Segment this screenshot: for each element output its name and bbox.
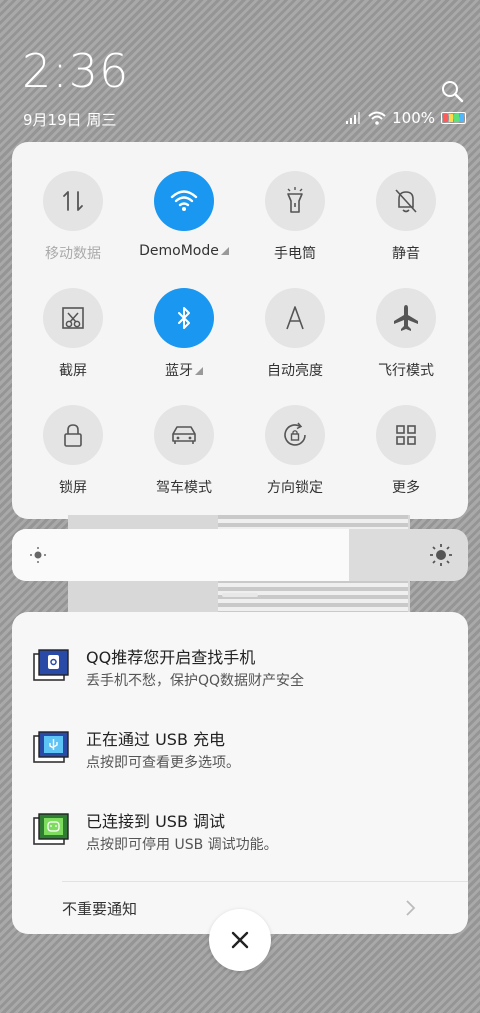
mute-bell-icon (395, 189, 417, 213)
tile-label-text: 自动亮度 (267, 363, 323, 379)
chevron-right-icon[interactable] (405, 899, 417, 917)
brightness-slider[interactable] (12, 529, 468, 581)
battery-percent: 100% (392, 109, 435, 127)
quick-tile-grid[interactable]: 更多 (351, 405, 461, 497)
clock: 2:36 (22, 44, 130, 98)
flashlight-icon (287, 187, 303, 213)
tile-label: DemoMode (129, 243, 239, 259)
battery-icon (441, 112, 466, 124)
tile-toggle[interactable] (265, 171, 325, 231)
quick-tile-flashlight[interactable]: 手电筒 (240, 171, 350, 263)
quick-tile-rotation-lock[interactable]: 方向锁定 (240, 405, 350, 497)
drag-handle[interactable] (222, 593, 258, 597)
notification-panel: QQ推荐您开启查找手机 丢手机不愁，保护QQ数据财产安全 正在通过 USB 充电… (12, 612, 468, 934)
close-icon (231, 931, 249, 949)
tile-label-text: 截屏 (59, 363, 87, 379)
search-icon[interactable] (440, 79, 464, 103)
grid-icon (396, 425, 416, 445)
bluetooth-icon (178, 307, 190, 329)
notification-title: 正在通过 USB 充电 (86, 730, 226, 749)
wifi-status-icon (368, 111, 386, 125)
divider (62, 881, 468, 882)
tile-label-text: 手电筒 (274, 246, 316, 262)
notification-title: 已连接到 USB 调试 (86, 812, 226, 831)
notification-subtitle: 丢手机不愁，保护QQ数据财产安全 (86, 673, 305, 689)
clear-all-button[interactable] (209, 909, 271, 971)
qq-find-phone-icon (33, 649, 69, 681)
tile-label: 方向锁定 (240, 477, 350, 497)
quick-tile-screenshot[interactable]: 截屏 (18, 288, 128, 380)
brightness-fill (12, 529, 350, 581)
quick-tile-auto-brightness[interactable]: 自动亮度 (240, 288, 350, 380)
tile-label-text: 驾车模式 (156, 480, 212, 496)
expand-triangle-icon (195, 367, 203, 375)
tile-label-text: 静音 (392, 246, 420, 262)
notification-title: QQ推荐您开启查找手机 (86, 648, 256, 667)
tile-label: 手电筒 (240, 243, 350, 263)
brightness-high-icon (430, 544, 452, 566)
tile-toggle[interactable] (265, 405, 325, 465)
lock-icon (64, 424, 82, 447)
quick-tile-airplane[interactable]: 飞行模式 (351, 288, 461, 380)
notification-usb-debug[interactable]: 已连接到 USB 调试 点按即可停用 USB 调试功能。 (12, 804, 468, 864)
android-debug-icon (33, 813, 69, 845)
tile-label: 更多 (351, 477, 461, 497)
tile-label: 静音 (351, 243, 461, 263)
quick-tile-mute-bell[interactable]: 静音 (351, 171, 461, 263)
notification-qq[interactable]: QQ推荐您开启查找手机 丢手机不愁，保护QQ数据财产安全 (12, 640, 468, 700)
tile-label: 驾车模式 (129, 477, 239, 497)
tile-toggle[interactable] (43, 405, 103, 465)
auto-brightness-icon (286, 306, 304, 330)
tile-label: 自动亮度 (240, 360, 350, 380)
tile-toggle[interactable] (154, 171, 214, 231)
tile-label: 锁屏 (18, 477, 128, 497)
quick-tile-mobile-data[interactable]: 移动数据 (18, 171, 128, 263)
airplane-icon (394, 305, 418, 331)
tile-label: 移动数据 (18, 243, 128, 263)
tile-label-text: 锁屏 (59, 480, 87, 496)
tile-label: 截屏 (18, 360, 128, 380)
quick-tile-lock[interactable]: 锁屏 (18, 405, 128, 497)
date: 9月19日 周三 (23, 111, 117, 129)
usb-icon (33, 731, 69, 763)
tile-toggle[interactable] (376, 288, 436, 348)
unimportant-notifications-link[interactable]: 不重要通知 (62, 898, 137, 919)
tile-label: 飞行模式 (351, 360, 461, 380)
quick-tile-bluetooth[interactable]: 蓝牙 (129, 288, 239, 380)
status-bar: 100% (346, 109, 466, 127)
tile-toggle[interactable] (265, 288, 325, 348)
quick-tile-wifi[interactable]: DemoMode (129, 171, 239, 259)
wifi-icon (170, 190, 198, 211)
tile-label-text: 方向锁定 (267, 480, 323, 496)
quick-tile-car[interactable]: 驾车模式 (129, 405, 239, 497)
mobile-data-icon (63, 191, 83, 211)
car-icon (172, 426, 196, 444)
screenshot-icon (62, 307, 84, 329)
tile-label: 蓝牙 (129, 360, 239, 380)
rotation-lock-icon (284, 422, 306, 446)
tile-label-text: 移动数据 (45, 246, 101, 262)
notification-subtitle: 点按即可查看更多选项。 (86, 755, 240, 771)
tile-toggle[interactable] (43, 171, 103, 231)
tile-label-text: DemoMode (139, 243, 219, 259)
tile-label-text: 蓝牙 (165, 363, 193, 379)
tile-toggle[interactable] (154, 288, 214, 348)
tile-toggle[interactable] (376, 171, 436, 231)
tile-toggle[interactable] (43, 288, 103, 348)
tile-toggle[interactable] (154, 405, 214, 465)
tile-toggle[interactable] (376, 405, 436, 465)
brightness-low-icon (30, 547, 46, 563)
signal-icon (346, 112, 361, 124)
tile-label-text: 飞行模式 (378, 363, 434, 379)
tile-label-text: 更多 (392, 480, 420, 496)
expand-triangle-icon (220, 247, 229, 255)
notification-subtitle: 点按即可停用 USB 调试功能。 (86, 837, 278, 853)
notification-usb-charging[interactable]: 正在通过 USB 充电 点按即可查看更多选项。 (12, 722, 468, 782)
